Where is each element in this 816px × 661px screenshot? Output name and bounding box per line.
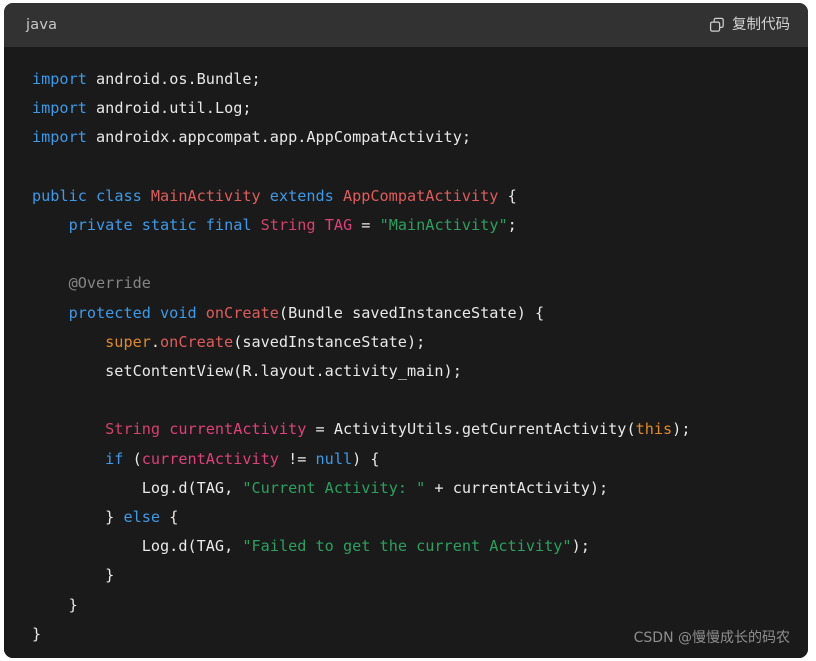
watermark: CSDN @慢慢成长的码农	[633, 630, 790, 646]
code-block-header: java 复制代码	[4, 3, 808, 47]
code-block: java 复制代码 import android.os.Bundle; impo…	[4, 3, 808, 658]
copy-code-label: 复制代码	[732, 16, 790, 33]
language-label: java	[26, 16, 58, 33]
copy-code-button[interactable]: 复制代码	[709, 17, 790, 33]
code-content-area[interactable]: import android.os.Bundle; import android…	[4, 47, 808, 658]
source-code: import android.os.Bundle; import android…	[32, 70, 691, 643]
copy-icon	[709, 17, 725, 33]
